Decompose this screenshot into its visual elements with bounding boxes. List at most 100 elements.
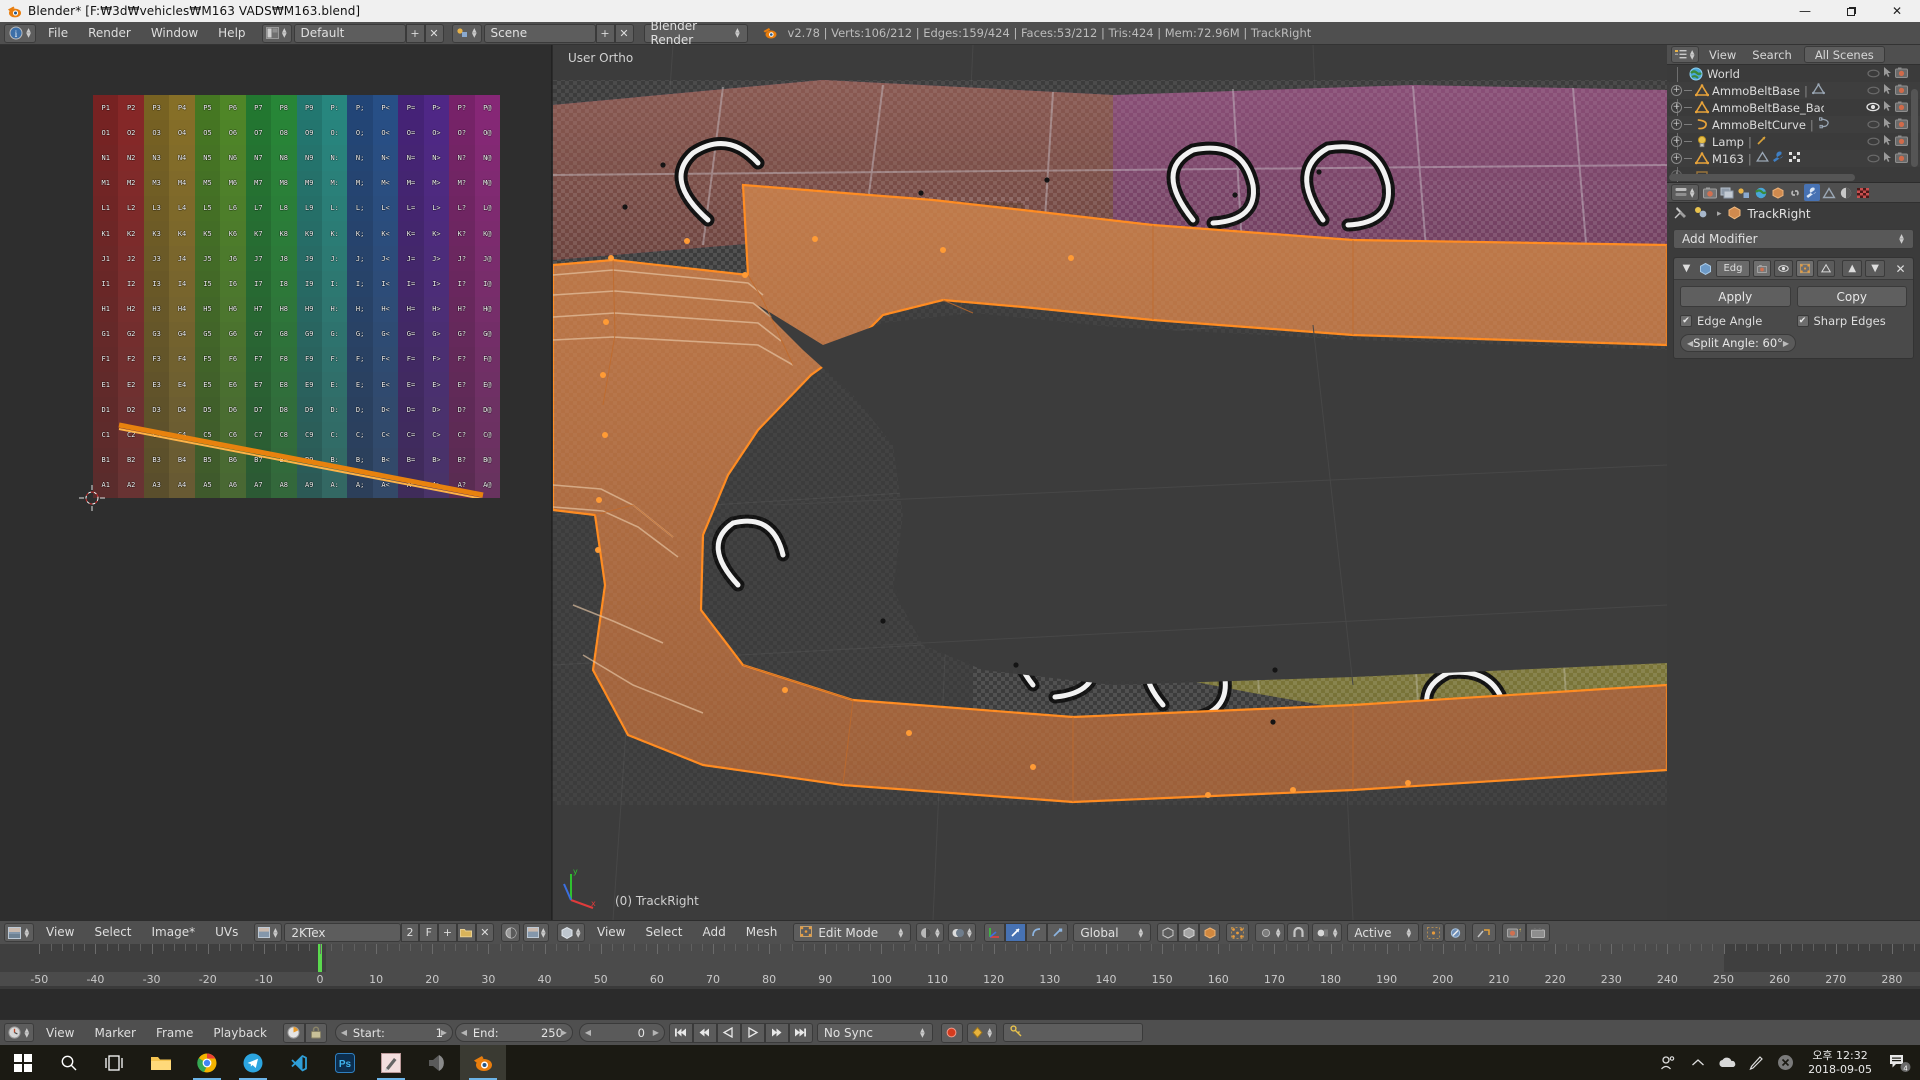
open-image-button[interactable] (456, 923, 476, 942)
3d-viewport-area[interactable]: User Ortho y x (0) TrackRight (553, 45, 1667, 920)
visibility-toggle-icon[interactable] (1867, 118, 1880, 132)
renderability-toggle-icon[interactable] (1895, 67, 1908, 81)
outliner-horizontal-scrollbar[interactable] (1669, 174, 1855, 181)
outliner-area[interactable]: ▲ ▼ View Search All Scenes World + AmmoB… (1667, 45, 1920, 182)
add-screen-layout-button[interactable]: + (405, 23, 425, 43)
sync-mode-selector[interactable]: No Sync ▲ ▼ (816, 1023, 933, 1042)
visibility-toggle-icon[interactable] (1867, 135, 1880, 149)
expand-toggle-icon[interactable]: + (1671, 153, 1682, 164)
renderability-toggle-icon[interactable] (1895, 118, 1908, 132)
outliner-menu-view[interactable]: View (1701, 48, 1744, 62)
close-circle-icon[interactable] (1770, 1045, 1800, 1080)
outliner-menu-search[interactable]: Search (1744, 48, 1800, 62)
editor-type-selector-properties[interactable]: ▲ ▼ (1671, 184, 1699, 201)
close-button[interactable]: ✕ (1874, 0, 1920, 22)
falloff-icon[interactable] (1422, 923, 1445, 942)
editor-type-selector-uv[interactable]: ▲ ▼ (4, 923, 34, 942)
pen-icon[interactable] (1742, 1045, 1770, 1080)
edge-angle-option[interactable]: ✔ Edge Angle (1680, 314, 1791, 328)
properties-tab-render-layers[interactable] (1719, 184, 1735, 201)
expand-toggle-icon[interactable]: + (1671, 102, 1682, 113)
selectability-toggle-icon[interactable] (1883, 151, 1892, 166)
screen-layout-field[interactable]: Default (293, 23, 406, 43)
visibility-toggle-icon[interactable] (1867, 84, 1880, 98)
viewport-shading-selector[interactable]: ▲ ▼ (916, 923, 945, 942)
render-toggle-icon[interactable] (1753, 260, 1772, 277)
jump-to-start-icon[interactable] (668, 1022, 693, 1043)
timeline-menu-view[interactable]: View (36, 1023, 84, 1043)
notification-icon[interactable]: 4 (1880, 1045, 1920, 1080)
keying-set-field[interactable] (1002, 1023, 1143, 1042)
current-frame-field[interactable]: ◀ 0 ▶ (578, 1023, 665, 1042)
unlink-image-button[interactable]: ✕ (475, 923, 495, 942)
add-modifier-dropdown[interactable]: Add Modifier ▲ ▼ (1673, 229, 1914, 249)
edge-angle-checkbox[interactable]: ✔ (1680, 315, 1692, 327)
properties-editor-area[interactable]: ▲ ▼ ▸ TrackRight Add Modifier ▲ ▼ ▼ Edg … (1667, 182, 1920, 920)
pivot-center-icon[interactable] (1444, 923, 1467, 942)
properties-tab-object-data[interactable] (1821, 184, 1837, 201)
interaction-mode-selector[interactable]: Edit Mode ▲ ▼ (793, 923, 912, 942)
timeline-menu-playback[interactable]: Playback (203, 1023, 277, 1043)
new-image-button[interactable]: + (438, 923, 457, 942)
occlude-geometry-icon[interactable] (1157, 923, 1179, 942)
outliner-row-world[interactable]: World (1667, 65, 1920, 82)
jump-prev-keyframe-icon[interactable] (692, 1022, 717, 1043)
selectability-toggle-icon[interactable] (1883, 134, 1892, 149)
copy-modifier-button[interactable]: Copy (1796, 286, 1907, 307)
delete-scene-button[interactable]: ✕ (614, 23, 634, 43)
properties-tab-material[interactable] (1838, 184, 1854, 201)
editor-type-selector-3dview[interactable]: ▲ ▼ (557, 923, 585, 942)
timeline-menu-marker[interactable]: Marker (84, 1023, 145, 1043)
delete-modifier-button[interactable]: ✕ (1892, 260, 1909, 277)
properties-tab-texture[interactable] (1855, 184, 1871, 201)
3d-viewport-canvas[interactable] (553, 45, 1667, 920)
play-reverse-icon[interactable] (716, 1022, 741, 1043)
selectability-toggle-icon[interactable] (1883, 66, 1892, 81)
decrement-arrow-icon[interactable]: ◀ (1687, 339, 1693, 348)
image-name-field[interactable]: 2KTex (284, 923, 401, 942)
renderability-toggle-icon[interactable] (1895, 152, 1908, 166)
timeline-ruler-area[interactable]: -50 -40 -30 -20 -10 0 10 20 30 40 50 60 70 80 90 100 110… (0, 944, 1920, 989)
snap-element-selector[interactable]: ▲ ▼ (1255, 923, 1286, 942)
maximize-button[interactable] (1828, 0, 1874, 22)
visibility-toggle-icon[interactable] (1867, 67, 1880, 81)
manipulator-toggle-icon[interactable] (984, 923, 1006, 942)
viewport-menu-mesh[interactable]: Mesh (736, 923, 788, 942)
uv-menu-view[interactable]: View (36, 923, 84, 942)
search-icon[interactable] (46, 1045, 92, 1080)
sharp-edges-checkbox[interactable]: ✔ (1796, 315, 1809, 327)
outliner-row-lamp[interactable]: + Lamp | (1667, 133, 1920, 150)
pin-icon[interactable] (1673, 205, 1689, 223)
chevron-up-icon[interactable] (1684, 1045, 1712, 1080)
expand-toggle-icon[interactable]: + (1671, 85, 1682, 96)
modifier-name-field[interactable]: Edg (1716, 260, 1750, 277)
timeline-menu-frame[interactable]: Frame (146, 1023, 203, 1043)
jump-next-keyframe-icon[interactable] (764, 1022, 789, 1043)
menu-help[interactable]: Help (208, 22, 255, 45)
outliner-display-mode[interactable]: All Scenes (1803, 46, 1885, 63)
properties-tab-modifiers[interactable] (1804, 184, 1820, 201)
apply-modifier-button[interactable]: Apply (1680, 286, 1791, 307)
rotate-manipulator-icon[interactable] (1026, 923, 1048, 942)
delete-screen-layout-button[interactable]: ✕ (424, 23, 444, 43)
collapse-triangle-icon[interactable]: ▼ (1678, 260, 1695, 277)
realtime-toggle-icon[interactable] (1774, 260, 1794, 277)
photoshop-icon[interactable]: Ps (322, 1045, 368, 1080)
chrome-icon[interactable] (184, 1045, 230, 1080)
visibility-toggle-icon[interactable] (1867, 152, 1880, 166)
move-modifier-up-button[interactable]: ▲ (1842, 260, 1863, 277)
scene-icon[interactable] (1694, 206, 1712, 223)
outliner-row-ammobeltcurve[interactable]: + AmmoBeltCurve | (1667, 116, 1920, 133)
minimize-button[interactable]: — (1782, 0, 1828, 22)
uv-menu-image[interactable]: Image* (142, 923, 206, 942)
draw-type-selector[interactable]: ▲ ▼ (948, 923, 977, 942)
pivot-icon[interactable] (501, 923, 520, 942)
edit-mode-toggle-icon[interactable] (1796, 260, 1815, 277)
expand-toggle-icon[interactable]: + (1671, 136, 1682, 147)
outliner-tree[interactable]: World + AmmoBeltBase | + AmmoBeltBase_Ba… (1667, 65, 1920, 182)
outliner-row-m163[interactable]: + M163 | (1667, 150, 1920, 167)
proportional-edit-selector[interactable]: ▲ ▼ (1312, 923, 1343, 942)
start-frame-field[interactable]: ◀ Start: 1 ▶ (334, 1023, 453, 1042)
image-browse-button[interactable]: ▲ ▼ (254, 923, 283, 942)
file-explorer-icon[interactable] (138, 1045, 184, 1080)
